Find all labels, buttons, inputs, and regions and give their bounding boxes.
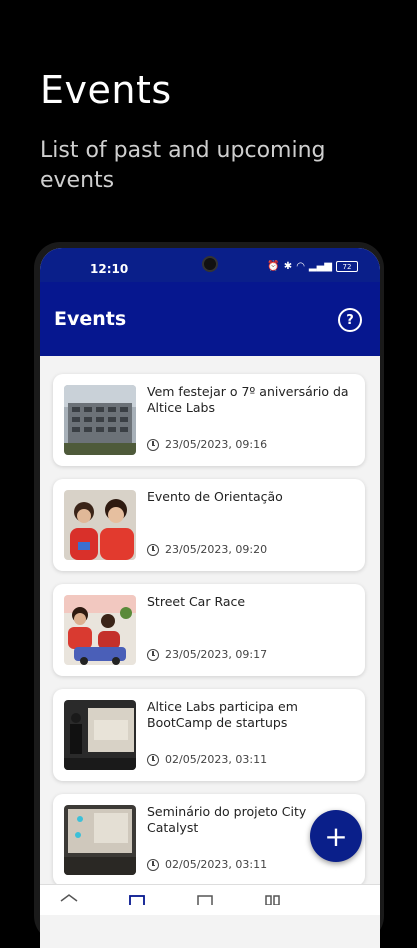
event-thumbnail (64, 595, 136, 665)
event-thumbnail (64, 700, 136, 770)
calendar-icon[interactable] (128, 893, 146, 905)
event-date: 23/05/2023, 09:20 (147, 543, 267, 556)
event-thumbnail (64, 385, 136, 455)
event-title: Street Car Race (147, 594, 246, 609)
alarm-icon: ⏰ (267, 261, 280, 272)
event-card[interactable]: Street Car Race 23/05/2023, 09:17 (53, 584, 365, 676)
event-date-text: 02/05/2023, 03:11 (165, 753, 268, 766)
event-date: 02/05/2023, 03:11 (147, 753, 267, 766)
promo-title: Events (40, 68, 172, 112)
clock-icon (147, 648, 159, 661)
clock-icon (147, 438, 159, 451)
clock-icon (147, 858, 159, 871)
event-date: 23/05/2023, 09:16 (147, 438, 267, 451)
event-title: Altice Labs participa em BootCamp de sta… (147, 699, 298, 730)
promo-subtitle: List of past and upcoming events (40, 138, 326, 193)
camera-icon (202, 256, 218, 272)
event-thumbnail (64, 805, 136, 875)
event-thumbnail (64, 490, 136, 560)
event-card[interactable]: Altice Labs participa em BootCamp de sta… (53, 689, 365, 781)
message-icon[interactable] (196, 893, 214, 905)
app-bar-title: Events (54, 308, 127, 330)
clock-icon (147, 543, 159, 556)
event-date: 02/05/2023, 03:11 (147, 858, 267, 871)
event-card[interactable]: Vem festejar o 7º aniversário da Altice … (53, 374, 365, 466)
event-date: 23/05/2023, 09:17 (147, 648, 267, 661)
add-event-button[interactable]: + (310, 810, 362, 862)
signal-icon: ▂▄▆ (308, 261, 332, 272)
event-date-text: 23/05/2023, 09:17 (165, 648, 268, 661)
home-icon[interactable] (60, 893, 78, 905)
clock-icon (147, 753, 159, 766)
grid-icon[interactable] (264, 893, 282, 905)
bluetooth-icon: ✱ (283, 261, 293, 272)
event-date-text: 23/05/2023, 09:20 (165, 543, 268, 556)
help-icon[interactable]: ? (338, 308, 362, 332)
event-card[interactable]: Evento de Orientação 23/05/2023, 09:20 (53, 479, 365, 571)
status-time: 12:10 (90, 262, 129, 276)
status-bar: 12:10 ⏰ ✱ ◠ ▂▄▆ 72 (40, 248, 380, 282)
battery-icon: 72 (336, 261, 358, 272)
event-date-text: 23/05/2023, 09:16 (165, 438, 268, 451)
app-bar: Events ? (40, 282, 380, 356)
status-icons: ⏰ ✱ ◠ ▂▄▆ 72 (267, 261, 358, 272)
wifi-icon: ◠ (296, 261, 305, 272)
event-title: Vem festejar o 7º aniversário da Altice … (147, 384, 349, 415)
event-title: Evento de Orientação (147, 489, 283, 504)
event-date-text: 02/05/2023, 03:11 (165, 858, 268, 871)
